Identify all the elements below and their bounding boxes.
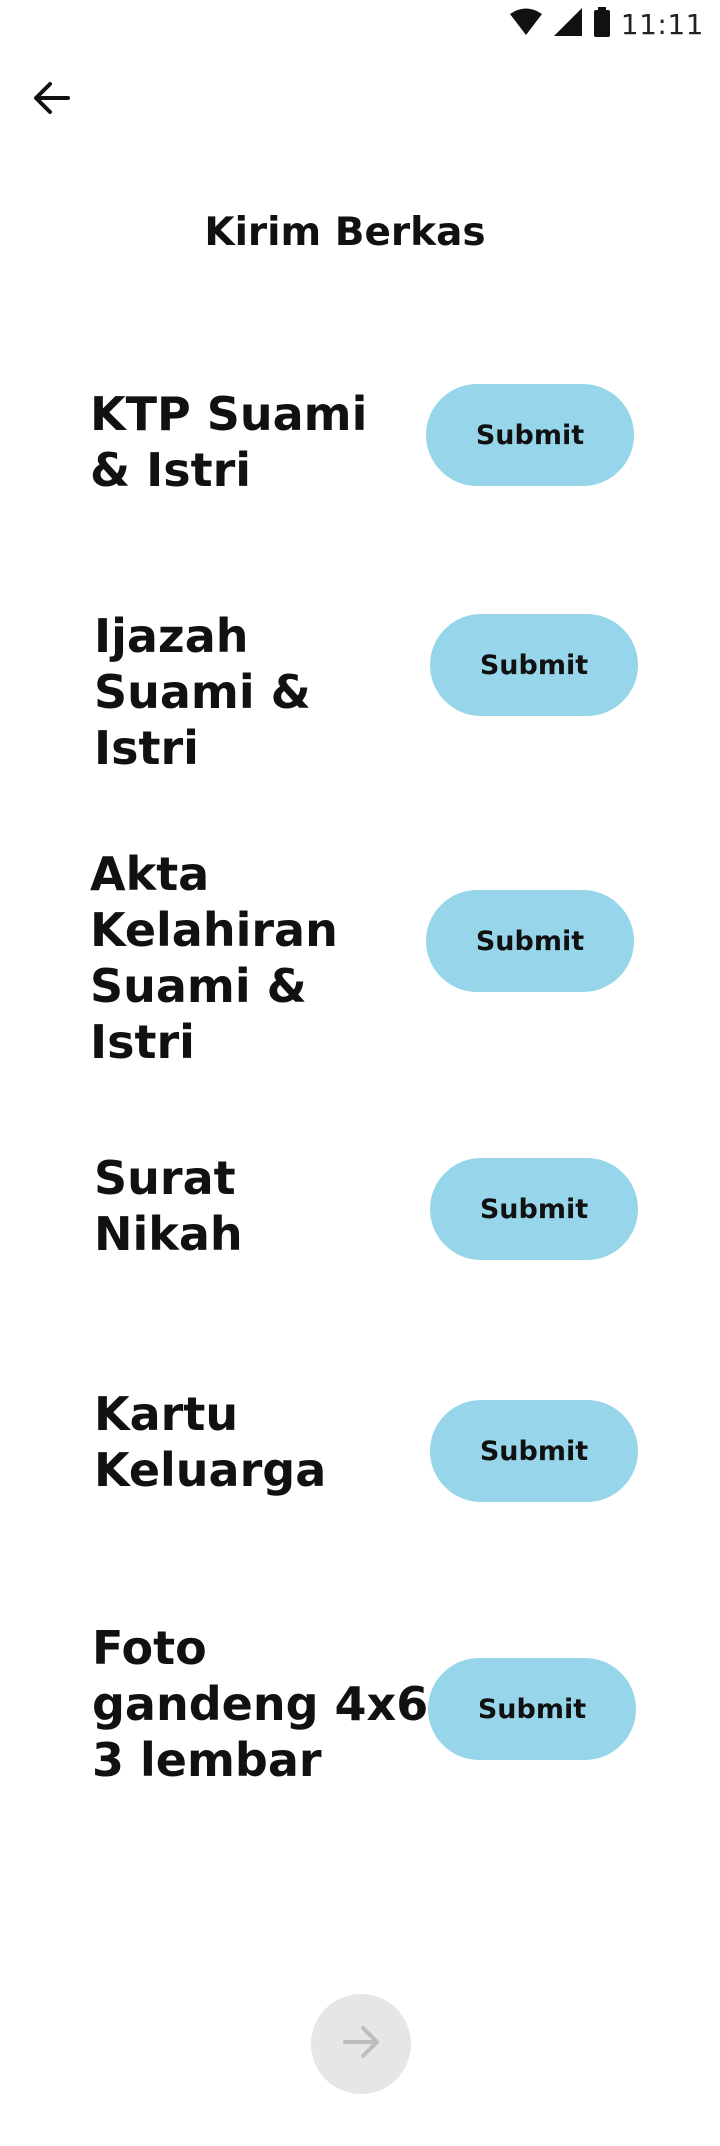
status-icons: 11:11	[509, 7, 704, 41]
document-label-kartu-keluarga: Kartu Keluarga	[94, 1387, 327, 1497]
submit-button-foto-gandeng[interactable]: Submit	[428, 1658, 636, 1760]
submit-button-surat-nikah[interactable]: Submit	[430, 1158, 638, 1260]
arrow-left-icon	[32, 80, 72, 120]
status-time: 11:11	[620, 7, 704, 41]
back-button[interactable]	[24, 76, 80, 124]
status-bar: 11:11	[0, 0, 720, 50]
signal-icon	[553, 7, 583, 41]
document-label-surat-nikah: Surat Nikah	[94, 1151, 243, 1261]
submit-button-kartu-keluarga[interactable]: Submit	[430, 1400, 638, 1502]
arrow-right-icon	[341, 2024, 381, 2064]
submit-button-akta-kelahiran[interactable]: Submit	[426, 890, 634, 992]
document-label-foto-gandeng: Foto gandeng 4x6 3 lembar	[92, 1621, 429, 1787]
wifi-icon	[509, 8, 543, 40]
document-label-ijazah: Ijazah Suami & Istri	[94, 609, 311, 775]
next-button[interactable]	[311, 1994, 411, 2094]
submit-button-ktp[interactable]: Submit	[426, 384, 634, 486]
document-label-ktp: KTP Suami & Istri	[90, 387, 368, 497]
submit-button-ijazah[interactable]: Submit	[430, 614, 638, 716]
document-label-akta-kelahiran: Akta Kelahiran Suami & Istri	[90, 847, 338, 1069]
battery-icon	[593, 7, 611, 41]
page-title: Kirim Berkas	[204, 210, 486, 255]
